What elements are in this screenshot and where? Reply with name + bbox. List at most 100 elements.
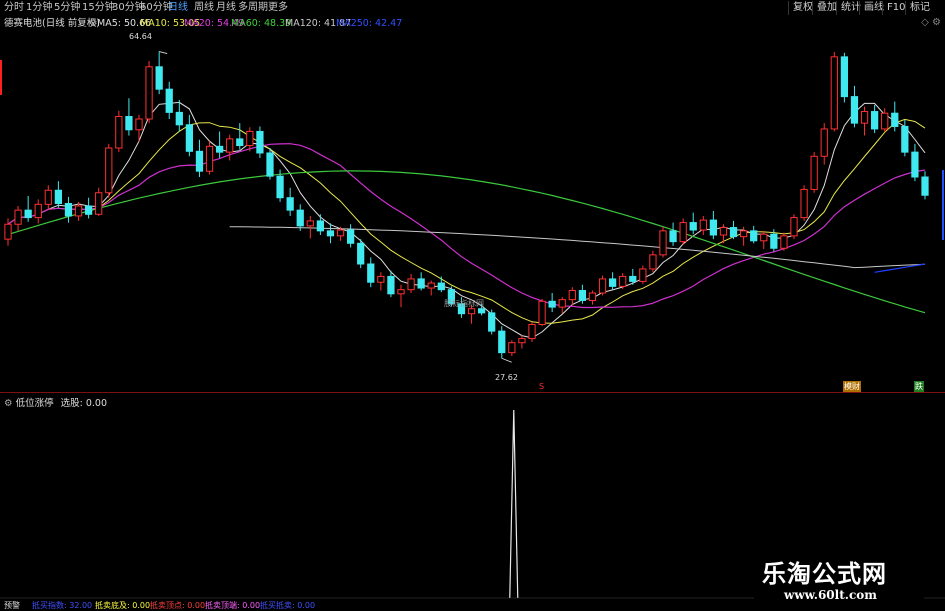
candle-body — [357, 242, 365, 265]
candle-body — [901, 125, 909, 153]
low-price-label: 27.62 — [495, 373, 518, 382]
candle-body — [135, 118, 143, 131]
candle-body — [125, 116, 133, 131]
candle-body — [195, 150, 204, 172]
candle-body — [215, 145, 224, 153]
tab-0[interactable]: 分时 — [4, 0, 24, 16]
bottom-item-2: 抵卖底及: 0.00 — [95, 601, 151, 610]
candle-body — [205, 145, 214, 172]
candle-body — [870, 111, 879, 130]
ma-legend-3: MA60: 48.39 — [231, 18, 292, 29]
tag-drop[interactable]: 跌 — [914, 381, 924, 392]
candle-body — [155, 66, 163, 90]
period-toolbar: 分时 1分钟 5分钟 15分钟 30分钟 60分钟 日线 周线 月线 多周期 更多 复权 叠加 统计 画线 F… — [0, 0, 945, 16]
candle-body — [548, 300, 556, 308]
candle-body — [911, 151, 919, 178]
candle-body — [74, 205, 83, 217]
candle-body — [115, 116, 123, 149]
tab-8[interactable]: 月线 — [216, 0, 236, 16]
candle-body — [578, 290, 587, 301]
candle-body — [568, 290, 576, 301]
toolbar-button-5[interactable]: 标记 — [905, 1, 934, 15]
candle-body — [810, 155, 818, 190]
candle-body — [538, 300, 546, 325]
candle-body — [477, 308, 486, 314]
settings-icon-2[interactable]: ⚙ — [932, 17, 941, 28]
candle-body — [891, 112, 899, 127]
diamond-icon[interactable]: ◇ — [921, 17, 929, 28]
candle-body — [709, 219, 718, 236]
indicator-name: 低位涨停 — [15, 398, 54, 409]
window-controls[interactable]: ◇ ⚙ — [921, 17, 941, 28]
candle-body — [558, 299, 566, 308]
candle-body — [921, 176, 929, 196]
candle-body — [226, 138, 234, 153]
candle-body — [588, 292, 597, 301]
tab-3[interactable]: 15分钟 — [82, 0, 115, 16]
candle-body — [629, 275, 637, 282]
candle-body — [105, 147, 113, 194]
candle-body — [659, 230, 667, 256]
tab-9[interactable]: 多周期 — [238, 0, 268, 16]
candle-body — [185, 124, 194, 152]
candle-body — [881, 112, 889, 130]
candle-body — [619, 275, 627, 287]
tag-finance[interactable]: 模财 — [843, 381, 861, 392]
candle-body — [508, 342, 516, 354]
candle-body — [256, 130, 264, 154]
candle-body — [437, 282, 445, 291]
tab-10[interactable]: 更多 — [268, 0, 288, 16]
candle-body — [346, 229, 355, 244]
candle-body — [387, 275, 395, 295]
candle-body — [54, 189, 63, 205]
candle-body — [64, 203, 73, 217]
candle-body — [14, 209, 22, 225]
candle-body — [669, 230, 677, 243]
indicator-title: ⚙ 低位涨停 选股: 0.00 — [4, 395, 107, 409]
bottom-item-1: 抵买指数: 32.00 — [32, 601, 93, 610]
candle-body — [407, 278, 415, 291]
candle-body — [427, 282, 435, 289]
candle-body — [397, 289, 405, 295]
tab-6[interactable]: 日线 — [168, 0, 188, 16]
high-price-label: 64.64 — [129, 32, 152, 41]
candle-body — [729, 227, 738, 238]
indicator-spike — [509, 409, 519, 599]
candle-body — [165, 88, 173, 113]
indicator-settings-icon[interactable]: ⚙ — [4, 398, 13, 409]
watermark-url: www.60lt.com — [784, 588, 877, 602]
candle-body — [286, 197, 294, 211]
candle-body — [306, 220, 314, 227]
tab-2[interactable]: 5分钟 — [54, 0, 80, 16]
bottom-item-5: 抵买抵卖: 0.00 — [260, 601, 316, 610]
candle-body — [840, 56, 849, 98]
candle-body — [467, 308, 476, 315]
candle-body — [417, 278, 425, 289]
candle-body — [649, 254, 657, 270]
candle-body — [336, 229, 345, 237]
candle-body — [820, 128, 828, 157]
bottom-item-3: 抵卖顶点: 0.00 — [150, 601, 206, 610]
marker-s: S — [539, 382, 545, 391]
candle-body — [750, 230, 758, 242]
tab-7[interactable]: 周线 — [194, 0, 214, 16]
candle-body — [367, 263, 375, 283]
candle-body — [24, 209, 32, 219]
bottom-item-4: 抵卖顶端: 0.00 — [205, 601, 261, 610]
watermark-title: 乐淘公式网 — [762, 560, 887, 588]
panel-separator — [0, 392, 945, 393]
candle-body — [739, 230, 748, 238]
candle-body — [780, 235, 788, 249]
candle-body — [175, 111, 183, 126]
candle-body — [639, 268, 647, 282]
candle-body — [498, 330, 506, 354]
candle-body — [689, 222, 697, 231]
tab-1[interactable]: 1分钟 — [26, 0, 52, 16]
stock-title: 德赛电池(日线 前复权) — [4, 18, 100, 29]
bottom-item-0: 预警 — [4, 601, 20, 610]
candle-body — [4, 223, 12, 240]
candle-body — [770, 233, 778, 249]
candle-body — [326, 230, 335, 237]
candle-body — [236, 138, 244, 147]
candle-body — [34, 203, 42, 219]
